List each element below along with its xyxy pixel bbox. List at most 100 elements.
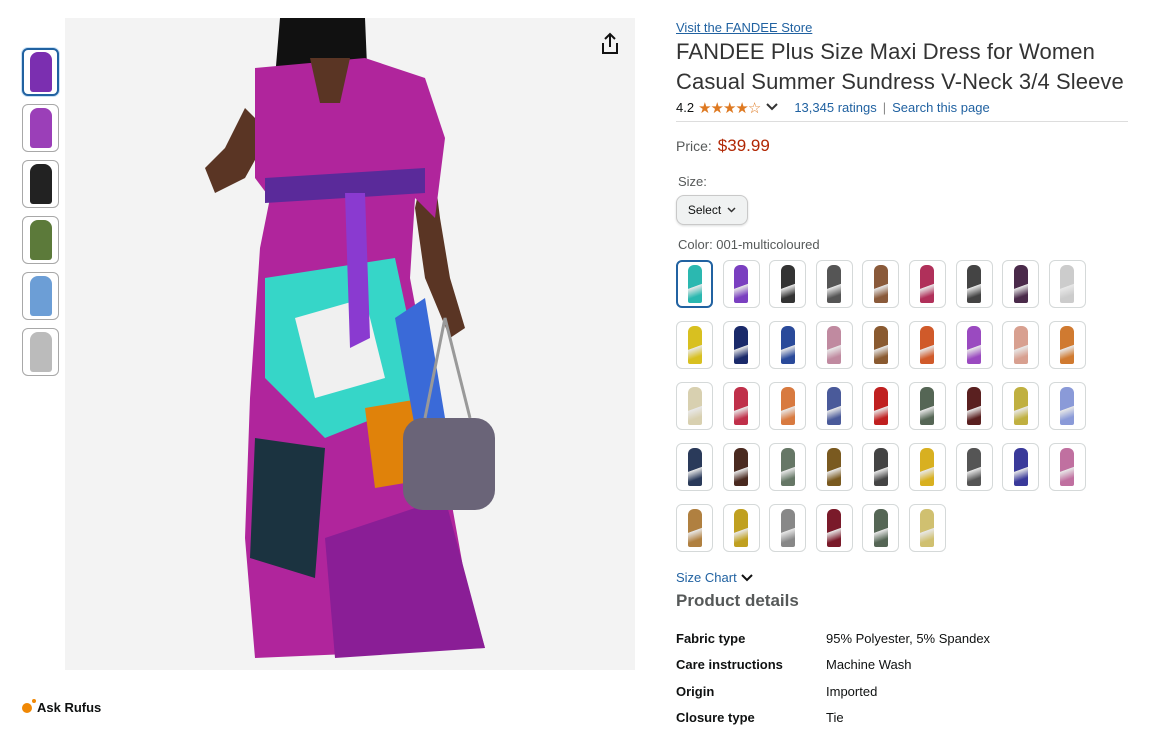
color-swatch[interactable] bbox=[862, 504, 899, 552]
color-swatch[interactable] bbox=[769, 321, 806, 369]
color-swatch[interactable] bbox=[862, 260, 899, 308]
swatch-image bbox=[781, 387, 795, 425]
swatch-image bbox=[688, 265, 702, 303]
swatch-image bbox=[874, 326, 888, 364]
thumbnail-image bbox=[30, 332, 52, 372]
color-swatch[interactable] bbox=[723, 443, 760, 491]
thumbnail-2[interactable] bbox=[22, 104, 59, 152]
color-swatch[interactable] bbox=[1049, 321, 1086, 369]
thumbnail-image bbox=[30, 108, 52, 148]
size-label: Size: bbox=[678, 174, 1128, 189]
thumbnail-5[interactable] bbox=[22, 272, 59, 320]
size-chart-label: Size Chart bbox=[676, 570, 737, 585]
size-chart-link[interactable]: Size Chart bbox=[676, 570, 1128, 585]
color-swatch[interactable] bbox=[1049, 443, 1086, 491]
swatch-image bbox=[874, 509, 888, 547]
color-swatch[interactable] bbox=[676, 260, 713, 308]
color-swatch[interactable] bbox=[769, 504, 806, 552]
swatch-image bbox=[1060, 326, 1074, 364]
color-swatch[interactable] bbox=[816, 382, 853, 430]
color-swatch[interactable] bbox=[723, 321, 760, 369]
color-swatch[interactable] bbox=[723, 382, 760, 430]
color-swatch[interactable] bbox=[909, 504, 946, 552]
swatch-image bbox=[827, 387, 841, 425]
price-row: Price: $39.99 bbox=[676, 136, 1128, 156]
color-swatch[interactable] bbox=[862, 382, 899, 430]
color-label: Color: 001-multicoloured bbox=[678, 237, 1128, 252]
detail-key: Closure type bbox=[676, 705, 826, 731]
rufus-icon bbox=[22, 703, 32, 713]
detail-value: Imported bbox=[826, 678, 990, 705]
thumbnail-image bbox=[30, 164, 52, 204]
swatch-image bbox=[781, 448, 795, 486]
swatch-image bbox=[967, 265, 981, 303]
swatch-image bbox=[781, 326, 795, 364]
chevron-down-icon[interactable] bbox=[766, 102, 778, 114]
swatch-image bbox=[734, 265, 748, 303]
swatch-image bbox=[1014, 448, 1028, 486]
price-label: Price: bbox=[676, 138, 712, 154]
thumbnail-3[interactable] bbox=[22, 160, 59, 208]
color-swatch[interactable] bbox=[769, 382, 806, 430]
product-main-image[interactable] bbox=[65, 18, 635, 670]
color-swatch[interactable] bbox=[909, 443, 946, 491]
price-value: $39.99 bbox=[718, 136, 770, 156]
color-swatch[interactable] bbox=[862, 321, 899, 369]
share-icon[interactable] bbox=[599, 32, 621, 56]
color-swatch[interactable] bbox=[909, 321, 946, 369]
color-swatch[interactable] bbox=[769, 260, 806, 308]
color-swatch[interactable] bbox=[1002, 260, 1039, 308]
color-swatch[interactable] bbox=[1002, 321, 1039, 369]
swatch-image bbox=[874, 387, 888, 425]
color-swatch[interactable] bbox=[723, 260, 760, 308]
color-swatch[interactable] bbox=[816, 321, 853, 369]
color-swatch[interactable] bbox=[909, 382, 946, 430]
color-swatch[interactable] bbox=[909, 260, 946, 308]
color-swatch[interactable] bbox=[816, 504, 853, 552]
thumbnail-1[interactable] bbox=[22, 48, 59, 96]
chevron-down-icon bbox=[727, 207, 736, 213]
color-swatch[interactable] bbox=[956, 443, 993, 491]
color-swatch[interactable] bbox=[862, 443, 899, 491]
size-select[interactable]: Select bbox=[676, 195, 748, 225]
ask-rufus-button[interactable]: Ask Rufus bbox=[22, 700, 101, 715]
swatch-image bbox=[920, 326, 934, 364]
color-swatch[interactable] bbox=[956, 321, 993, 369]
star-rating-icon[interactable]: ★★★★☆ bbox=[698, 99, 760, 117]
color-swatch[interactable] bbox=[956, 382, 993, 430]
color-swatch[interactable] bbox=[676, 443, 713, 491]
ask-rufus-label: Ask Rufus bbox=[37, 700, 101, 715]
color-swatch[interactable] bbox=[956, 260, 993, 308]
product-title: FANDEE Plus Size Maxi Dress for Women Ca… bbox=[676, 37, 1128, 97]
color-swatch[interactable] bbox=[1002, 443, 1039, 491]
swatch-image bbox=[874, 265, 888, 303]
store-link[interactable]: Visit the FANDEE Store bbox=[676, 20, 1128, 35]
thumbnail-6[interactable] bbox=[22, 328, 59, 376]
search-page-link[interactable]: Search this page bbox=[892, 100, 990, 115]
color-swatch[interactable] bbox=[816, 260, 853, 308]
color-swatch[interactable] bbox=[676, 321, 713, 369]
swatch-image bbox=[920, 265, 934, 303]
thumbnail-4[interactable] bbox=[22, 216, 59, 264]
color-swatch[interactable] bbox=[816, 443, 853, 491]
swatch-image bbox=[688, 387, 702, 425]
dress-illustration bbox=[65, 18, 635, 670]
swatch-image bbox=[688, 448, 702, 486]
product-info: Visit the FANDEE Store FANDEE Plus Size … bbox=[676, 18, 1128, 731]
ratings-count-link[interactable]: 13,345 ratings bbox=[794, 100, 876, 115]
swatch-image bbox=[920, 448, 934, 486]
color-swatch[interactable] bbox=[676, 382, 713, 430]
detail-row: Care instructionsMachine Wash bbox=[676, 652, 990, 679]
color-swatch[interactable] bbox=[723, 504, 760, 552]
product-details-table: Fabric type95% Polyester, 5% SpandexCare… bbox=[676, 625, 990, 731]
color-swatch[interactable] bbox=[1049, 260, 1086, 308]
swatch-image bbox=[827, 326, 841, 364]
rating-row: 4.2 ★★★★☆ 13,345 ratings | Search this p… bbox=[676, 98, 1128, 122]
swatch-image bbox=[734, 509, 748, 547]
color-swatch[interactable] bbox=[769, 443, 806, 491]
thumbnail-image bbox=[30, 276, 52, 316]
swatch-image bbox=[967, 326, 981, 364]
color-swatch[interactable] bbox=[676, 504, 713, 552]
color-swatch[interactable] bbox=[1049, 382, 1086, 430]
color-swatch[interactable] bbox=[1002, 382, 1039, 430]
